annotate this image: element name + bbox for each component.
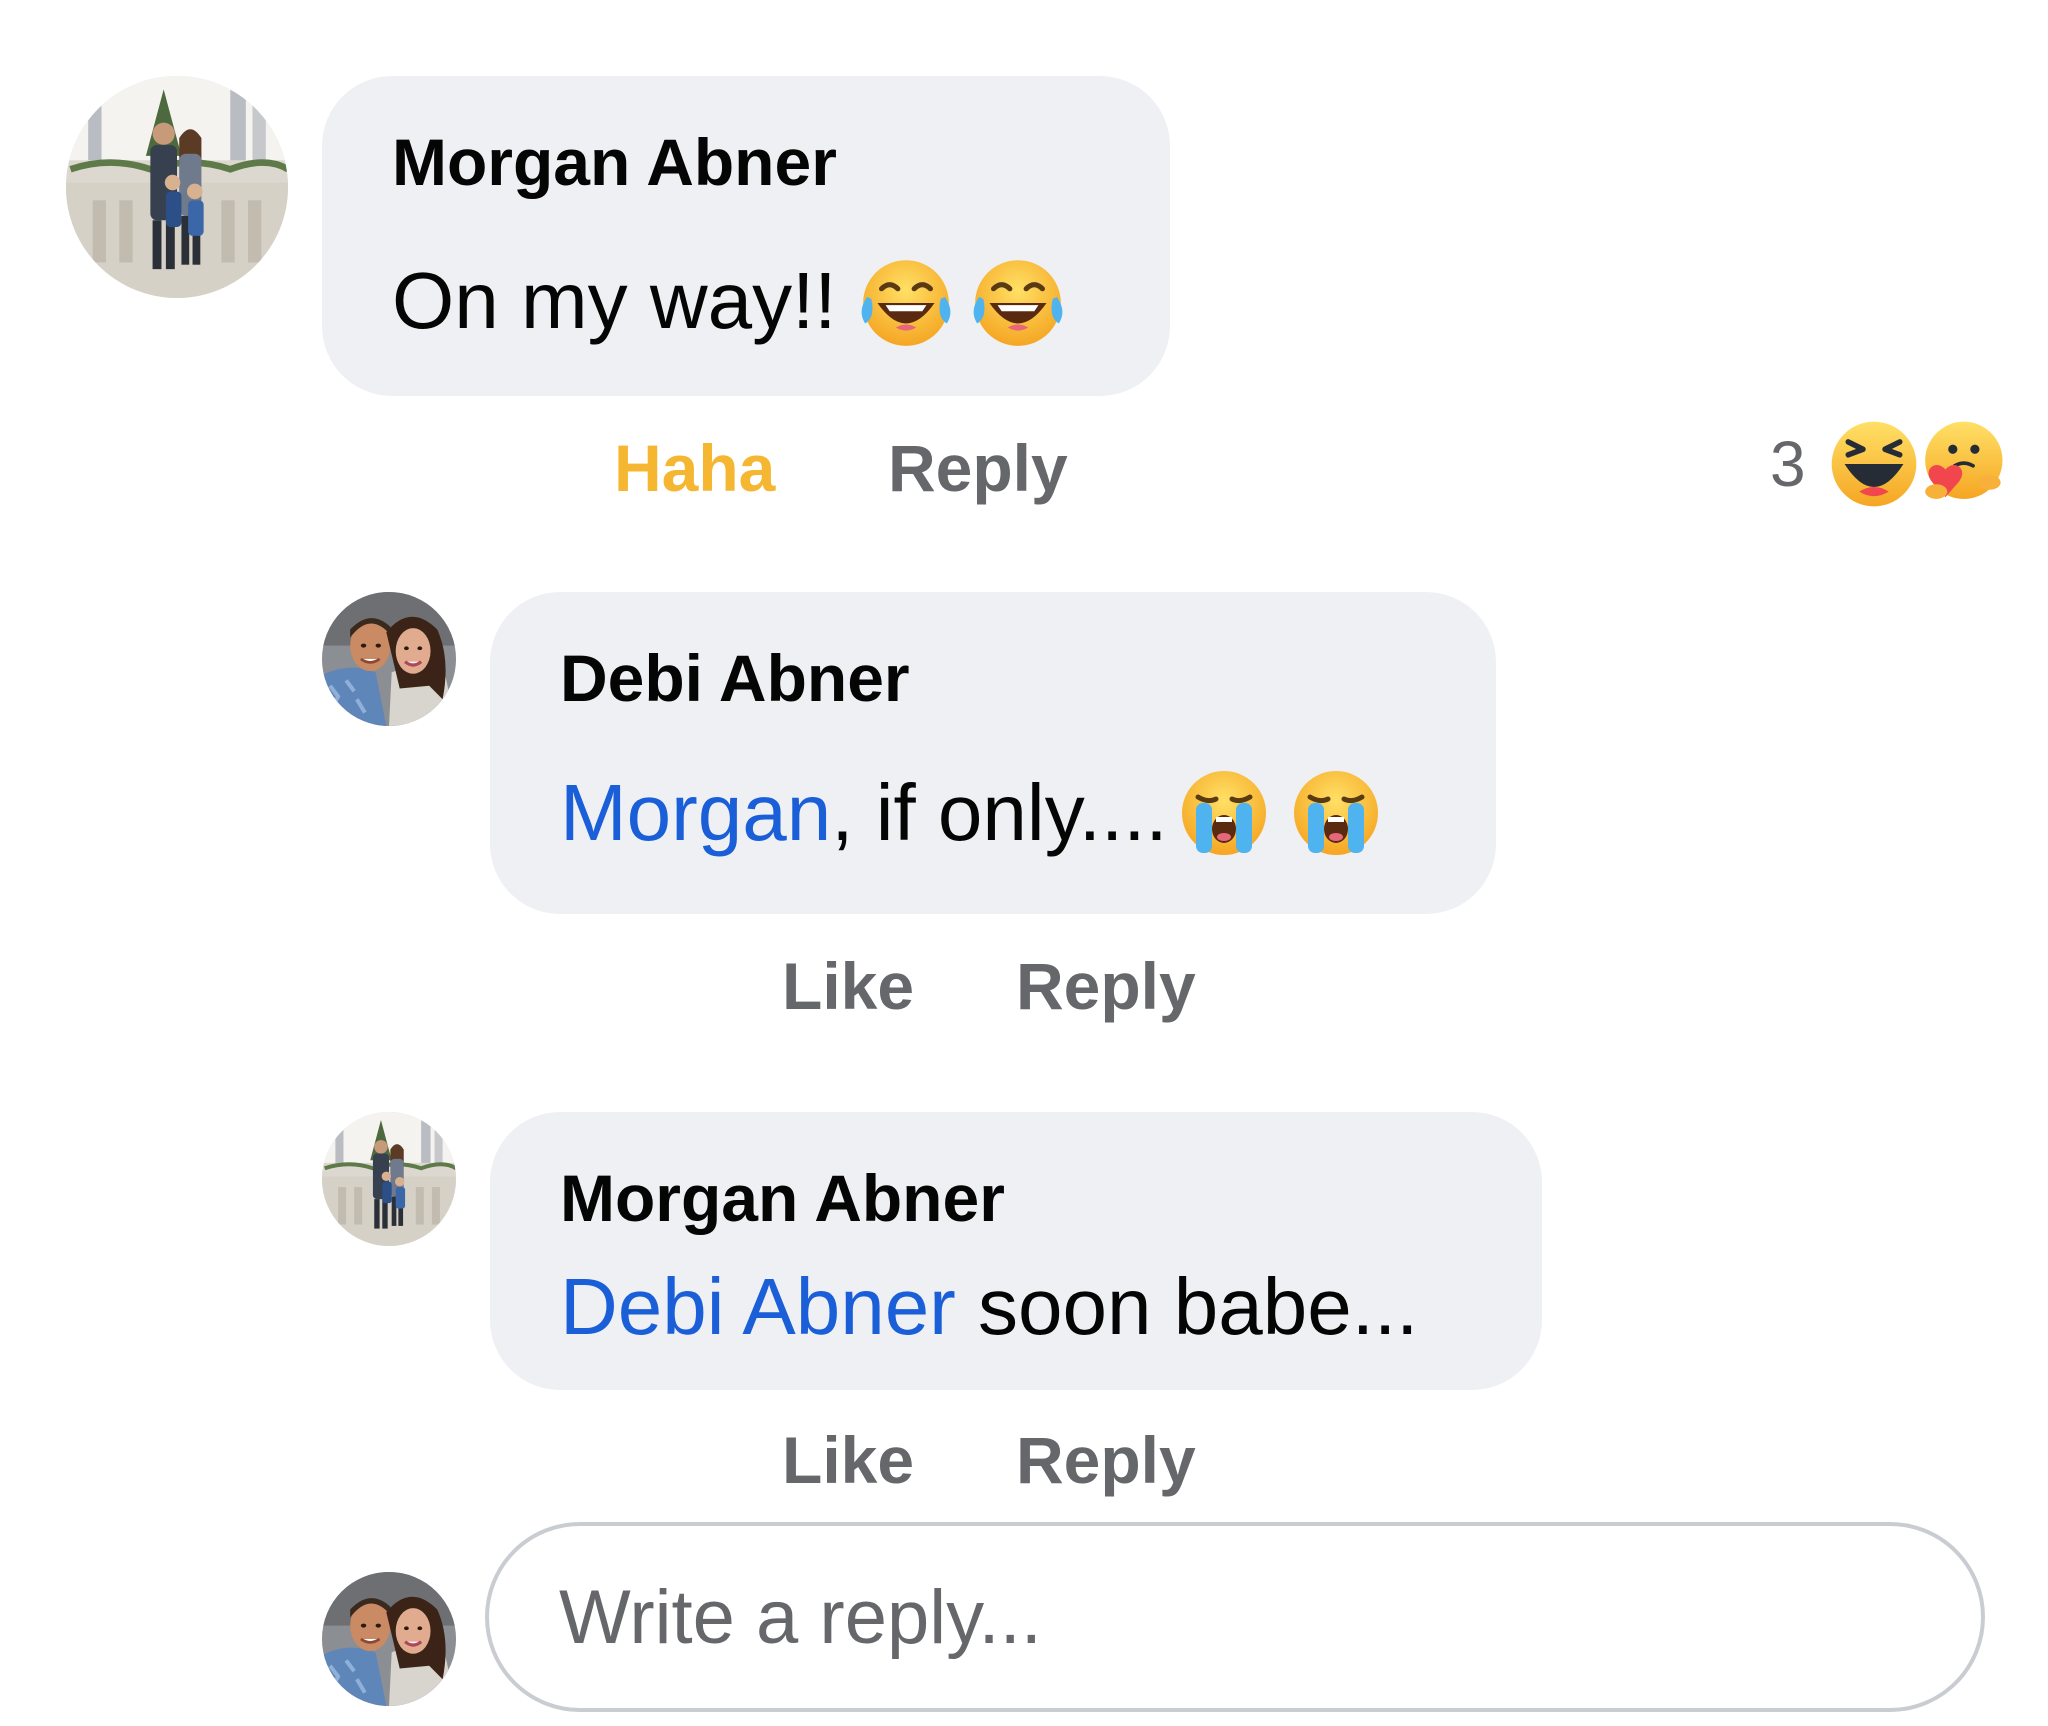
avatar-morgan-abner[interactable] <box>322 1112 456 1246</box>
loudly-crying-emoji <box>1286 763 1386 863</box>
avatar-current-user <box>322 1572 456 1706</box>
like-button[interactable]: Like <box>782 1422 914 1498</box>
reply-button[interactable]: Reply <box>888 430 1068 506</box>
reply-button[interactable]: Reply <box>1016 1422 1196 1498</box>
reaction-count: 3 <box>1770 428 1806 500</box>
reaction-summary[interactable]: 3 <box>1770 418 2008 510</box>
reply-text: Debi Abner soon babe... <box>560 1252 1418 1362</box>
comment-text: On my way!! <box>392 246 1069 356</box>
mention-link[interactable]: Debi Abner <box>560 1261 956 1353</box>
reply-bubble: Morgan Abner Debi Abner soon babe... <box>490 1112 1542 1390</box>
comment-bubble: Morgan Abner On my way!! <box>322 76 1170 396</box>
care-reaction-icon <box>1916 418 2008 510</box>
like-button[interactable]: Like <box>782 948 914 1024</box>
reply-body: , if only.... <box>831 768 1168 857</box>
comment-author[interactable]: Morgan Abner <box>392 124 837 200</box>
avatar-debi-abner[interactable] <box>322 592 456 726</box>
reply-author[interactable]: Debi Abner <box>560 640 910 716</box>
reply-input[interactable] <box>557 1572 1941 1662</box>
reply-input-box[interactable] <box>485 1522 1985 1712</box>
reply-text: Morgan , if only.... <box>560 758 1386 868</box>
comment-body: On my way!! <box>392 256 837 345</box>
reply-author[interactable]: Morgan Abner <box>560 1160 1005 1236</box>
reply-button[interactable]: Reply <box>1016 948 1196 1024</box>
reply-bubble: Debi Abner Morgan , if only.... <box>490 592 1496 914</box>
tears-of-joy-emoji <box>967 250 1069 352</box>
avatar-morgan-abner[interactable] <box>66 76 288 298</box>
loudly-crying-emoji <box>1174 763 1274 863</box>
reply-body: soon babe... <box>955 1262 1419 1351</box>
haha-reaction-button[interactable]: Haha <box>614 430 775 506</box>
haha-reaction-icon <box>1828 418 1920 510</box>
mention-link[interactable]: Morgan <box>560 767 831 859</box>
tears-of-joy-emoji <box>855 250 957 352</box>
